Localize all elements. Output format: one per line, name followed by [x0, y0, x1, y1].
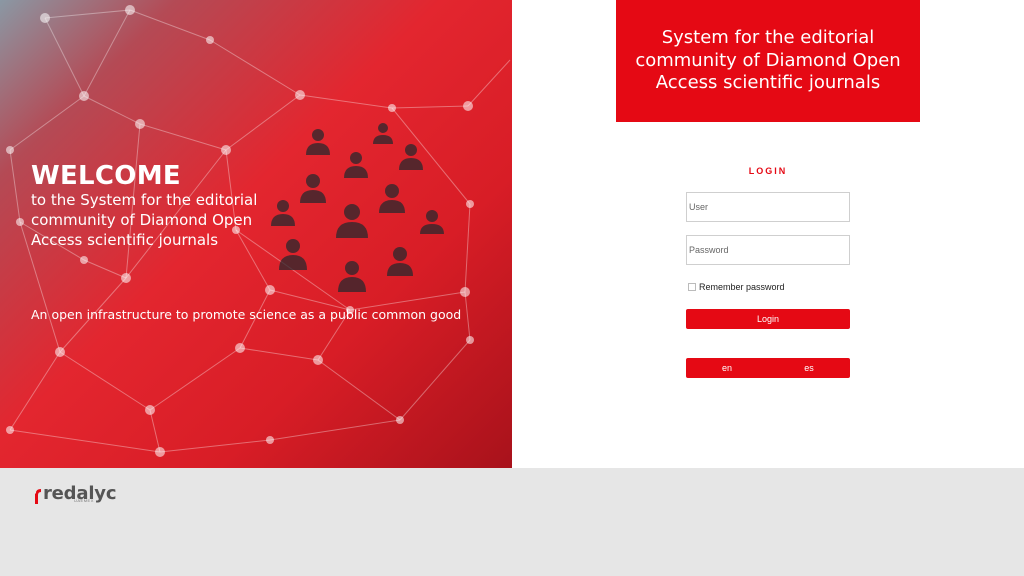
network-people-graphic [271, 123, 444, 292]
welcome-subtitle: to the System for the editorial communit… [31, 191, 258, 249]
system-title-box: System for the editorial community of Di… [616, 0, 920, 122]
login-button[interactable]: Login [686, 309, 850, 329]
language-switcher: en es [686, 358, 850, 378]
language-en-button[interactable]: en [686, 358, 768, 378]
welcome-heading: WELCOME [31, 161, 181, 191]
hero-banner: WELCOME to the System for the editorial … [0, 0, 512, 468]
tagline: An open infrastructure to promote scienc… [31, 307, 462, 322]
redalyc-logo-icon [35, 489, 41, 504]
footer [0, 468, 1024, 576]
logo-subtext: UAEMEX [74, 498, 94, 503]
language-es-button[interactable]: es [768, 358, 850, 378]
remember-password-option[interactable]: Remember password [688, 282, 785, 292]
remember-password-label: Remember password [699, 282, 785, 292]
password-input[interactable] [686, 235, 850, 265]
login-heading: LOGIN [748, 166, 788, 176]
remember-checkbox-icon[interactable] [688, 283, 696, 291]
system-title: System for the editorial community of Di… [635, 27, 901, 94]
user-input[interactable] [686, 192, 850, 222]
